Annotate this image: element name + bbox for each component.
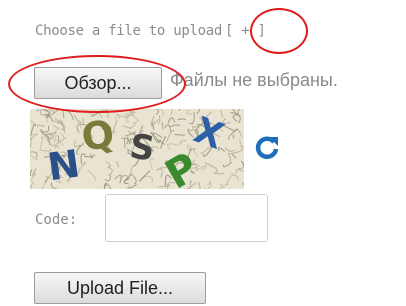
choose-file-label: Choose a file to upload — [35, 23, 222, 39]
add-file-link[interactable]: [ + ] — [225, 23, 266, 39]
captcha-noise-stroke — [174, 134, 186, 136]
captcha-image: N Q S P X — [30, 109, 244, 189]
no-file-status: Файлы не выбраны. — [170, 70, 338, 90]
browse-button[interactable]: Обзор... — [34, 67, 162, 99]
choose-file-line: Choose a file to upload[ + ] — [35, 23, 266, 39]
code-input[interactable] — [105, 194, 268, 242]
captcha-char-n: N — [45, 141, 83, 189]
refresh-icon[interactable] — [253, 133, 281, 161]
code-label: Code: — [35, 212, 78, 228]
upload-file-button[interactable]: Upload File... — [34, 272, 206, 304]
